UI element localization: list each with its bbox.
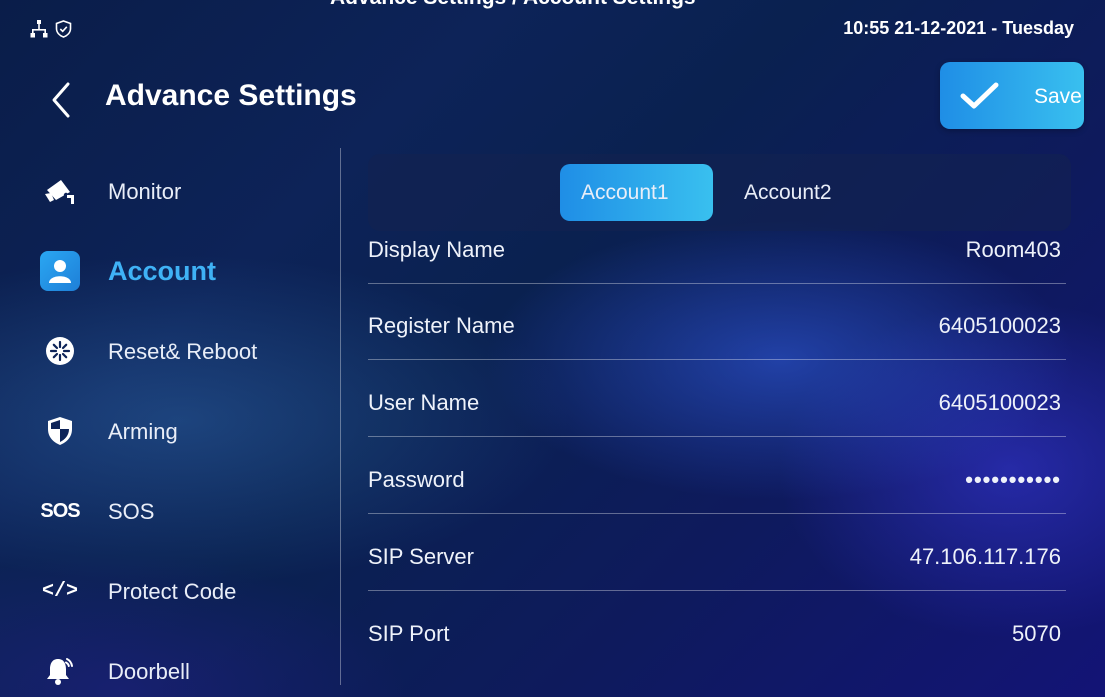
save-button[interactable]: Save: [940, 62, 1084, 129]
field-label: SIP Server: [368, 544, 474, 569]
bell-icon: [40, 654, 80, 688]
field-value: 6405100023: [938, 390, 1061, 415]
code-icon: </>: [41, 579, 78, 603]
tab-account1[interactable]: Account1: [560, 164, 713, 221]
status-bar: 10:55 21-12-2021 - Tuesday: [0, 0, 1105, 48]
row-divider: [368, 283, 1066, 284]
sidebar-item-account[interactable]: Account: [40, 246, 320, 296]
field-display-name[interactable]: Display Name Room403: [368, 237, 1066, 313]
sidebar-item-label: Reset& Reboot: [108, 339, 258, 364]
sidebar-item-doorbell[interactable]: Doorbell: [40, 646, 320, 696]
field-password[interactable]: Password •••••••••••: [368, 467, 1066, 543]
field-sip-port[interactable]: SIP Port 5070: [368, 621, 1066, 697]
field-label: SIP Port: [368, 621, 450, 646]
datetime-display: 10:55 21-12-2021 - Tuesday: [843, 18, 1074, 38]
field-value: •••••••••••: [965, 467, 1061, 492]
tab-account2[interactable]: Account2: [726, 164, 856, 221]
sos-icon: SOS: [40, 499, 80, 522]
sidebar-item-protect-code[interactable]: </> Protect Code: [40, 566, 320, 616]
sidebar-item-label: SOS: [108, 499, 155, 524]
account-icon: [40, 251, 80, 291]
sidebar-item-sos[interactable]: SOS SOS: [40, 486, 320, 536]
sidebar-item-reset-reboot[interactable]: Reset& Reboot: [40, 326, 320, 376]
sidebar-item-label: Account: [108, 256, 216, 286]
page-title: Advance Settings: [105, 79, 357, 112]
network-icon: [30, 20, 48, 38]
reset-icon: [40, 334, 80, 368]
row-divider: [368, 359, 1066, 360]
field-label: User Name: [368, 390, 480, 415]
field-value: 6405100023: [938, 313, 1061, 338]
field-label: Display Name: [368, 237, 505, 262]
save-button-label: Save: [1034, 85, 1082, 108]
sidebar-item-label: Monitor: [108, 179, 182, 204]
field-value: Room403: [965, 237, 1061, 262]
field-value: 5070: [1012, 621, 1061, 646]
row-divider: [368, 513, 1066, 514]
field-sip-server[interactable]: SIP Server 47.106.117.176: [368, 544, 1066, 620]
sidebar-item-label: Protect Code: [108, 579, 237, 604]
sidebar-divider: [340, 148, 341, 685]
row-divider: [368, 590, 1066, 591]
tab-label: Account1: [581, 181, 669, 204]
field-value: 47.106.117.176: [909, 544, 1061, 569]
sidebar-item-label: Doorbell: [108, 659, 190, 684]
camera-icon: [40, 174, 80, 208]
tab-label: Account2: [744, 181, 832, 204]
checkmark-icon: [960, 82, 999, 109]
field-user-name[interactable]: User Name 6405100023: [368, 390, 1066, 466]
security-shield-icon: [55, 20, 72, 38]
sidebar-item-monitor[interactable]: Monitor: [40, 166, 320, 216]
back-button[interactable]: [48, 80, 76, 120]
shield-icon: [40, 414, 80, 448]
field-label: Password: [368, 467, 465, 492]
sidebar-item-arming[interactable]: Arming: [40, 406, 320, 456]
field-label: Register Name: [368, 313, 515, 338]
row-divider: [368, 436, 1066, 437]
chevron-left-icon: [52, 82, 70, 118]
account-tabs: Account1 Account2: [368, 154, 1071, 231]
sidebar-item-label: Arming: [108, 419, 178, 444]
field-register-name[interactable]: Register Name 6405100023: [368, 313, 1066, 389]
